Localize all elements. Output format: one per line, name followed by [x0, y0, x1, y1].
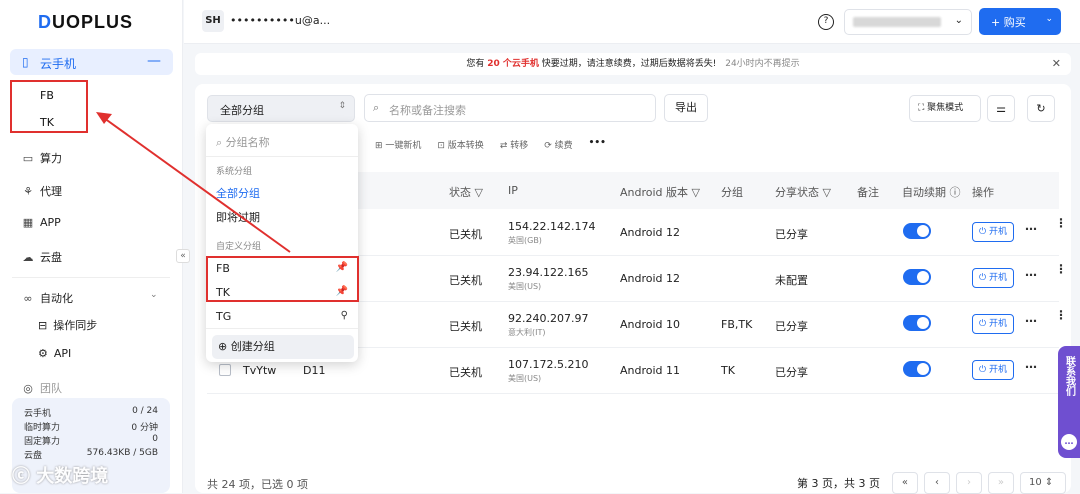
- watermark-text: 大数跨境: [36, 466, 109, 487]
- watermark-logo-icon: ⓒ: [12, 466, 37, 487]
- chat-icon: …: [1061, 434, 1077, 450]
- watermark: ⓒ 大数跨境: [12, 462, 108, 488]
- contact-us-button[interactable]: 联系我们 …: [1058, 346, 1080, 458]
- contact-label: 联系我们: [1063, 356, 1075, 396]
- annotation-arrow: [96, 112, 291, 253]
